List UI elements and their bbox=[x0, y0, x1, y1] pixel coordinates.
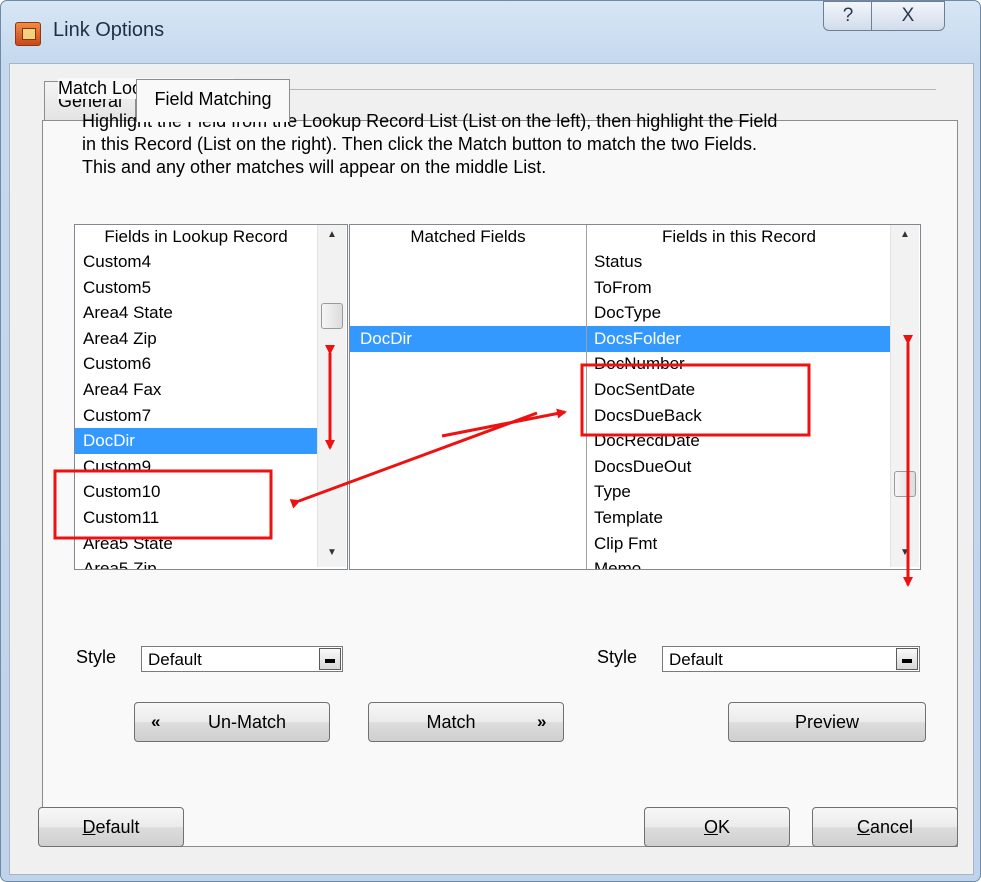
record-field-cell: Memo bbox=[594, 559, 642, 570]
record-field-row[interactable]: DocRecdDate bbox=[350, 428, 890, 454]
record-field-cell: DocType bbox=[594, 303, 662, 323]
window-title: Link Options bbox=[53, 19, 165, 41]
ok-label: K bbox=[718, 817, 731, 837]
record-field-cell: Clip Fmt bbox=[594, 533, 658, 553]
record-field-row[interactable]: ToFrom bbox=[350, 275, 890, 301]
record-field-cell: DocSentDate bbox=[594, 380, 696, 399]
scroll-up-icon[interactable]: ▲ bbox=[318, 229, 346, 240]
lookup-field-item[interactable]: Area4 Fax bbox=[75, 377, 317, 403]
style-select-right-value: Default bbox=[669, 650, 723, 669]
style-label-right: Style bbox=[597, 647, 638, 667]
scroll-thumb[interactable] bbox=[321, 303, 343, 329]
instruction-line: in this Record (List on the right). Then… bbox=[82, 134, 757, 154]
cancel-label: ancel bbox=[869, 817, 914, 837]
record-field-cell: DocsFolder bbox=[594, 328, 681, 348]
unmatch-button[interactable]: « Un-Match bbox=[134, 702, 330, 742]
record-field-cell: DocsDueBack bbox=[594, 405, 702, 425]
matched-fields-header: Matched Fields bbox=[350, 225, 586, 249]
lookup-field-item[interactable]: Custom9 bbox=[75, 454, 317, 480]
lookup-field-item[interactable]: Area4 State bbox=[75, 300, 317, 326]
help-button[interactable]: ? bbox=[823, 1, 873, 31]
lookup-field-item[interactable]: Area4 Zip bbox=[75, 326, 317, 352]
lookup-field-item[interactable]: Area5 Zip bbox=[75, 556, 317, 569]
record-field-row[interactable]: DocsDueOut bbox=[350, 454, 890, 480]
record-field-row[interactable]: DocDir DocsFolder bbox=[350, 325, 890, 352]
lookup-field-item[interactable]: Custom6 bbox=[75, 351, 317, 377]
left-scrollbar[interactable]: ▲ ▼ bbox=[317, 225, 346, 567]
default-label: efault bbox=[95, 817, 140, 837]
lookup-fields-header: Fields in Lookup Record bbox=[75, 225, 317, 249]
ok-button[interactable]: OK bbox=[644, 807, 790, 847]
right-scrollbar[interactable]: ▲ ▼ bbox=[890, 225, 919, 567]
style-select-left[interactable]: Default bbox=[141, 646, 343, 672]
record-field-row[interactable]: Memo bbox=[350, 556, 890, 570]
record-field-cell: Type bbox=[594, 482, 631, 502]
record-field-row[interactable]: Type bbox=[350, 479, 890, 505]
unmatch-label: Un-Match bbox=[207, 712, 287, 732]
lookup-fields-list[interactable]: Fields in Lookup Record Custom4 Custom5 Ar… bbox=[74, 224, 348, 570]
record-field-cell: DocsDueOut bbox=[594, 456, 692, 476]
lookup-field-item[interactable]: Custom10 bbox=[75, 479, 317, 505]
record-field-cell: DocNumber bbox=[594, 354, 685, 374]
default-button[interactable]: Default bbox=[38, 807, 184, 847]
close-button[interactable]: X bbox=[871, 1, 945, 31]
preview-label: Preview bbox=[794, 712, 860, 732]
chevron-down-icon[interactable] bbox=[896, 648, 918, 670]
title-bar[interactable]: Link Options ? X bbox=[1, 1, 980, 63]
cancel-button[interactable]: Cancel bbox=[812, 807, 958, 847]
match-label: Match bbox=[426, 712, 476, 732]
record-field-row[interactable]: Clip Fmt bbox=[350, 531, 890, 557]
matched-field-cell: DocDir bbox=[360, 328, 412, 348]
column-divider bbox=[586, 225, 587, 569]
ok-accel: O bbox=[703, 817, 718, 837]
style-select-right[interactable]: Default bbox=[662, 646, 920, 672]
record-fields-list[interactable]: Matched Fields Fields in this Record Sta… bbox=[349, 224, 921, 570]
record-field-row[interactable]: Status bbox=[350, 249, 890, 275]
lookup-field-item[interactable]: Custom5 bbox=[75, 275, 317, 301]
record-field-cell: Status bbox=[594, 252, 643, 271]
scroll-down-icon[interactable]: ▼ bbox=[318, 547, 346, 558]
lookup-field-item[interactable]: Custom7 bbox=[75, 403, 317, 429]
record-field-cell: Template bbox=[594, 508, 663, 527]
scroll-down-icon[interactable]: ▼ bbox=[891, 547, 919, 558]
record-field-row[interactable]: DocNumber bbox=[350, 351, 890, 377]
lookup-field-item[interactable]: Area5 State bbox=[75, 531, 317, 557]
lookup-field-item[interactable]: Custom11 bbox=[75, 505, 317, 531]
record-field-row[interactable]: DocType bbox=[350, 300, 890, 326]
record-field-row[interactable]: Template bbox=[350, 505, 890, 531]
double-chevron-right-icon: » bbox=[537, 712, 547, 731]
record-field-row[interactable]: DocsDueBack bbox=[350, 403, 890, 429]
style-select-left-value: Default bbox=[148, 650, 202, 669]
app-icon bbox=[15, 22, 41, 46]
tab-field-matching[interactable]: Field Matching bbox=[136, 79, 290, 122]
scroll-thumb[interactable] bbox=[894, 471, 916, 497]
default-accel: D bbox=[82, 817, 96, 837]
style-label-left: Style bbox=[76, 647, 117, 667]
chevron-down-icon[interactable] bbox=[319, 648, 341, 670]
preview-button[interactable]: Preview bbox=[728, 702, 926, 742]
instruction-line: This and any other matches will appear o… bbox=[82, 157, 547, 177]
record-field-row[interactable]: DocSentDate bbox=[350, 377, 890, 403]
record-fields-header: Fields in this Record bbox=[588, 225, 890, 249]
cancel-accel: C bbox=[856, 817, 870, 837]
record-field-cell: ToFrom bbox=[594, 277, 652, 297]
scroll-up-icon[interactable]: ▲ bbox=[891, 229, 919, 240]
lookup-field-item[interactable]: DocDir bbox=[75, 428, 317, 455]
record-field-cell: DocRecdDate bbox=[594, 431, 700, 451]
match-button[interactable]: Match » bbox=[368, 702, 564, 742]
lookup-field-item[interactable]: Custom4 bbox=[75, 249, 317, 275]
double-chevron-left-icon: « bbox=[151, 712, 161, 731]
